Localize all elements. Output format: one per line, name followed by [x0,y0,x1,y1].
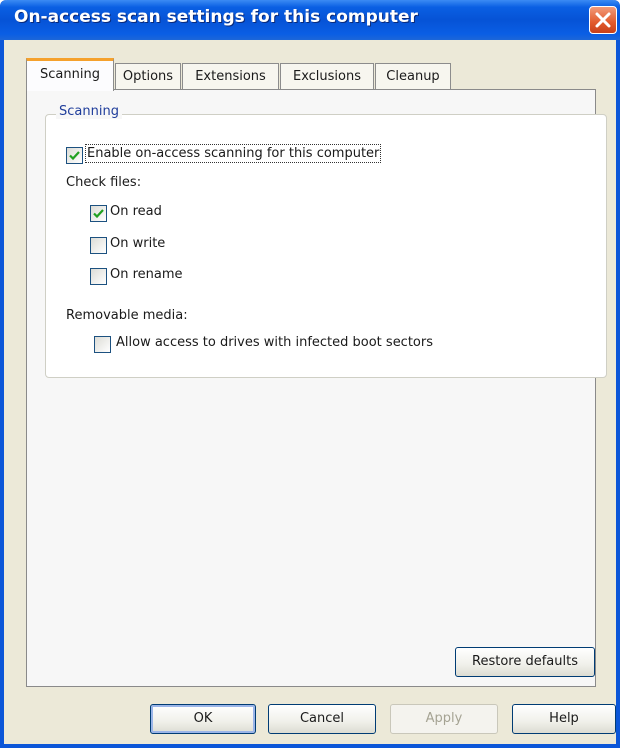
enable-onaccess-checkbox[interactable] [66,147,83,164]
tab-scanning[interactable]: Scanning [26,58,114,91]
close-button[interactable] [589,6,617,34]
title-bar[interactable]: On-access scan settings for this compute… [0,0,620,40]
on-rename-checkbox[interactable] [90,268,107,285]
on-read-checkbox[interactable] [90,205,107,222]
removable-media-label: Removable media: [66,308,188,323]
scanning-tab-panel: Scanning Enable on-access scanning for t… [26,89,607,687]
on-write-checkbox[interactable] [90,237,107,254]
tab-cleanup[interactable]: Cleanup [375,63,451,90]
ok-button[interactable]: OK [150,704,256,734]
dialog-window: On-access scan settings for this compute… [0,0,620,748]
cancel-button[interactable]: Cancel [268,704,376,734]
scanning-groupbox: Scanning Enable on-access scanning for t… [45,104,607,378]
check-files-label: Check files: [66,175,142,190]
restore-defaults-button[interactable]: Restore defaults [455,647,595,677]
on-read-label[interactable]: On read [110,204,162,219]
allow-infected-boot-checkbox[interactable] [94,336,111,353]
window-title: On-access scan settings for this compute… [14,7,418,27]
check-icon [69,151,80,161]
help-button[interactable]: Help [512,704,616,734]
tab-extensions[interactable]: Extensions [182,63,279,90]
enable-onaccess-label[interactable]: Enable on-access scanning for this compu… [84,144,382,163]
on-write-label[interactable]: On write [110,236,165,251]
check-icon [93,209,104,219]
apply-button[interactable]: Apply [390,704,498,734]
allow-infected-boot-label[interactable]: Allow access to drives with infected boo… [116,335,433,350]
close-icon [595,12,611,28]
scanning-group-label: Scanning [56,104,122,119]
tab-exclusions[interactable]: Exclusions [280,63,374,90]
tab-options[interactable]: Options [115,63,181,90]
on-rename-label[interactable]: On rename [110,267,183,282]
